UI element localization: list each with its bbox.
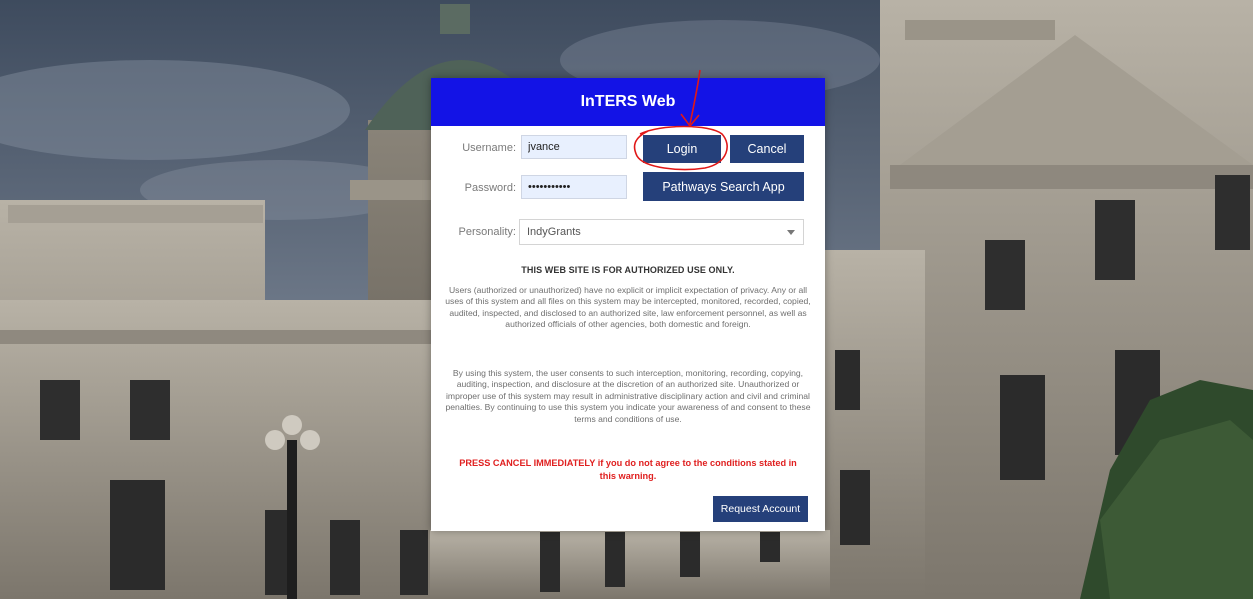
dialog-title: InTERS Web [431, 78, 825, 126]
login-button[interactable]: Login [643, 135, 721, 163]
request-account-button[interactable]: Request Account [713, 496, 808, 522]
login-dialog: InTERS Web Username: Password: Login Can… [431, 78, 825, 531]
personality-label: Personality: [458, 226, 516, 238]
username-field[interactable] [521, 135, 627, 159]
password-label: Password: [464, 182, 516, 194]
password-field[interactable] [521, 175, 627, 199]
cancel-button[interactable]: Cancel [730, 135, 804, 163]
personality-selected-value: IndyGrants [527, 226, 581, 238]
warning-paragraph-2: By using this system, the user consents … [445, 368, 811, 424]
pathways-search-app-button[interactable]: Pathways Search App [643, 172, 804, 201]
chevron-down-icon [787, 230, 795, 235]
warning-title: THIS WEB SITE IS FOR AUTHORIZED USE ONLY… [521, 265, 735, 275]
personality-select[interactable]: IndyGrants [519, 219, 804, 245]
username-label: Username: [462, 142, 516, 154]
warning-paragraph-1: Users (authorized or unauthorized) have … [445, 285, 811, 330]
warning-red-notice: PRESS CANCEL IMMEDIATELY if you do not a… [459, 458, 797, 481]
